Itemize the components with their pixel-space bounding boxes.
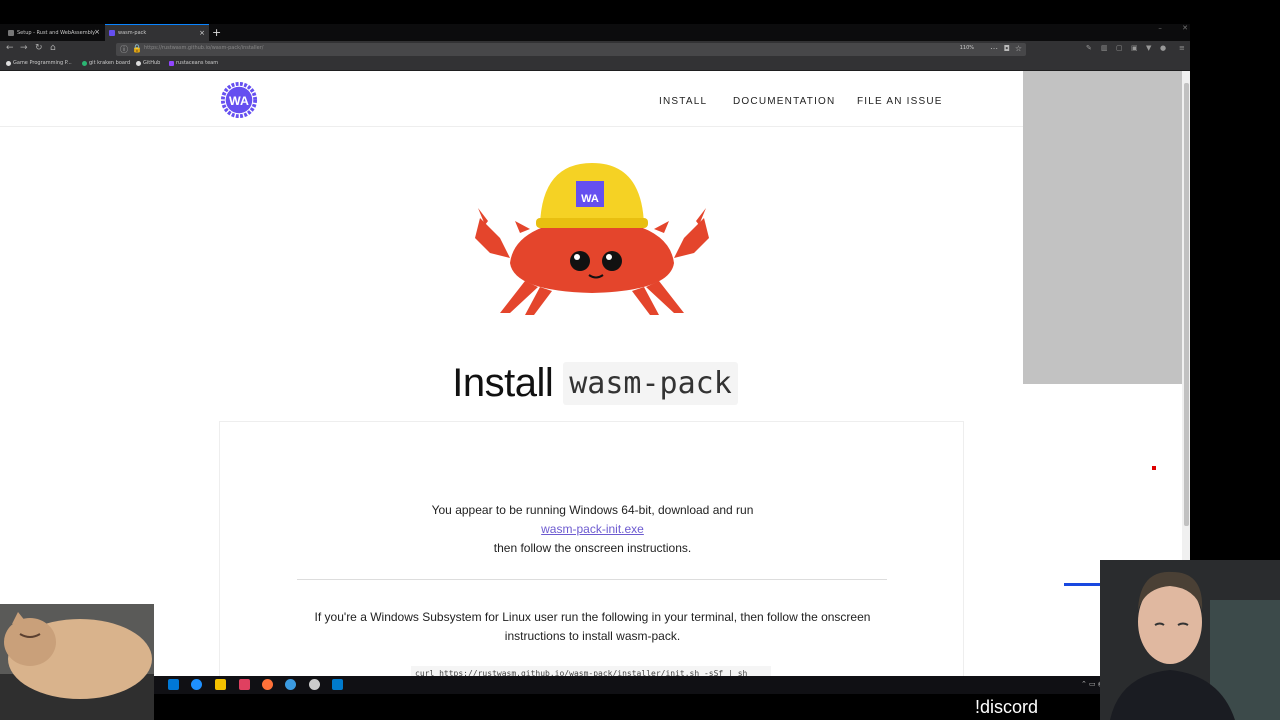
webcam-streamer [1100,560,1280,720]
page-actions-icon[interactable]: ⋯ [990,44,998,53]
bookmark-icon [169,60,174,66]
reload-icon[interactable]: ↻ [35,43,43,53]
url-text: https://rustwasm.github.io/wasm-pack/ins… [144,45,264,51]
helmet-badge-text: WA [581,193,599,205]
window-controls: – ✕ [1158,24,1188,32]
library-icon[interactable]: ▥ [1101,44,1108,52]
zoom-level[interactable]: 110% [960,45,974,51]
gray-overlay [1023,71,1183,384]
lock-icon: 🔒 [132,44,142,53]
home-icon[interactable]: ⌂ [50,43,56,53]
wsl-message: If you're a Windows Subsystem for Linux … [220,608,965,646]
bookmarks-bar: Game Programming P... git kraken board G… [0,58,1190,71]
tab-wasm-pack[interactable]: wasm-pack × [105,24,209,41]
app-icon[interactable] [215,679,226,690]
pocket-icon[interactable]: ◘ [1004,44,1010,53]
close-tab-icon[interactable]: × [94,28,100,36]
github-icon [136,60,141,66]
tab-label: wasm-pack [118,30,147,36]
bookmark-star-icon[interactable]: ☆ [1015,44,1022,53]
nav-install[interactable]: INSTALL [659,96,707,107]
menu-icon[interactable]: ≡ [1179,44,1185,52]
tab-strip: Setup - Rust and WebAssembly × wasm-pack… [0,24,1190,41]
app-icon[interactable] [191,679,202,690]
close-window-icon[interactable]: ✕ [1182,24,1188,32]
app-icon[interactable] [168,679,179,690]
scrollbar-thumb[interactable] [1184,83,1189,526]
tab-favicon [8,29,14,36]
bookmark-item[interactable]: git kraken board [82,60,130,66]
webcam-cat [0,604,154,720]
forward-icon[interactable]: → [20,43,28,53]
sidebar-icon[interactable]: ▢ [1116,44,1123,52]
url-bar[interactable]: ⓘ 🔒 https://rustwasm.github.io/wasm-pack… [116,43,1026,56]
red-marker [1152,466,1156,470]
obs-icon[interactable] [309,679,320,690]
logo-text: WA [229,94,249,108]
app-icon[interactable] [239,679,250,690]
vscode-icon[interactable] [332,679,343,690]
title-text: Install [452,361,554,405]
screenshot-icon[interactable]: ▣ [1131,44,1138,52]
app-icon[interactable] [285,679,296,690]
divider [297,579,887,580]
title-code: wasm-pack [563,362,738,405]
tools-icon[interactable]: ✎ [1086,44,1092,52]
bookmark-icon [82,60,87,66]
bookmark-item[interactable]: rustaceans team [169,60,218,66]
account-icon[interactable]: ● [1160,44,1166,52]
windows-msg-line: You appear to be running Windows 64-bit,… [431,503,754,517]
taskbar: ⌃ ▭ ◉ [154,676,1104,694]
wsl-msg-line: If you're a Windows Subsystem for Linux … [314,610,871,624]
install-card: You appear to be running Windows 64-bit,… [219,421,964,676]
info-icon[interactable]: ⓘ [120,44,128,55]
ferris-crab-image: WA [475,163,709,315]
download-link[interactable]: wasm-pack-init.exe [541,522,644,536]
tab-setup[interactable]: Setup - Rust and WebAssembly × [4,24,104,41]
windows-message: You appear to be running Windows 64-bit,… [220,501,965,558]
extension-icon[interactable]: ▼ [1146,44,1151,52]
close-tab-icon[interactable]: × [199,29,205,37]
nav-file-issue[interactable]: FILE AN ISSUE [857,96,943,107]
wsl-msg-line: instructions to install wasm-pack. [504,629,681,643]
new-tab-button[interactable]: + [212,26,221,39]
windows-msg-line: then follow the onscreen instructions. [493,541,692,555]
firefox-icon[interactable] [262,679,273,690]
curl-command[interactable]: curl https://rustwasm.github.io/wasm-pac… [411,666,771,676]
bookmark-icon [6,60,11,66]
minimize-icon[interactable]: – [1158,24,1162,32]
bookmark-item[interactable]: GitHub [136,60,160,66]
nav-toolbar: ← → ↻ ⌂ ⓘ 🔒 https://rustwasm.github.io/w… [0,41,1190,58]
wasm-logo-icon[interactable]: WA [220,81,258,119]
streamer-image [1100,560,1280,720]
cat-image [0,604,154,720]
back-icon[interactable]: ← [6,43,14,53]
discord-command-label: !discord [975,697,1039,717]
tab-label: Setup - Rust and WebAssembly [17,29,96,36]
bookmark-item[interactable]: Game Programming P... [6,60,72,66]
site-header: WA INSTALL DOCUMENTATION FILE AN ISSUE [0,71,1190,127]
web-page: WA INSTALL DOCUMENTATION FILE AN ISSUE W… [0,71,1190,676]
tab-favicon [109,30,115,36]
page-title: Install wasm-pack [0,361,1190,406]
nav-documentation[interactable]: DOCUMENTATION [733,96,835,107]
